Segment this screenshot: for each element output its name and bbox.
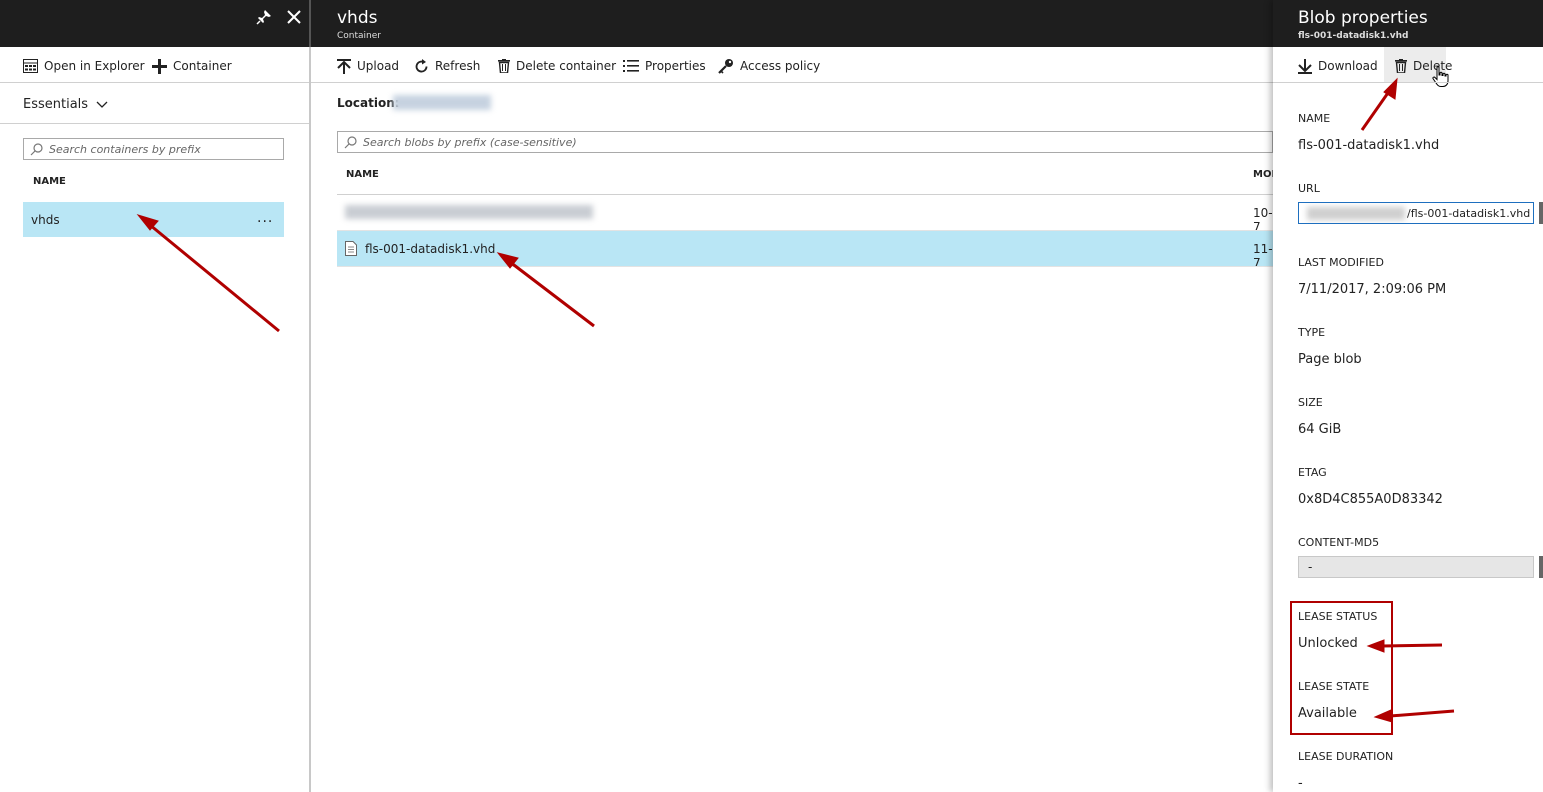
add-container-label: Container — [173, 59, 232, 73]
row-divider — [337, 266, 1273, 267]
blob-search-input[interactable] — [363, 135, 1272, 149]
download-label: Download — [1318, 59, 1378, 73]
copy-md5-button[interactable] — [1539, 556, 1543, 578]
blade-divider — [309, 0, 311, 792]
container-row-vhds[interactable]: vhds ... — [23, 202, 284, 237]
name-value: fls-001-datadisk1.vhd — [1298, 138, 1440, 153]
url-prefix-redacted — [1307, 207, 1405, 220]
explorer-icon — [23, 59, 38, 73]
properties-button[interactable]: Properties — [623, 56, 706, 76]
add-container-button[interactable]: Container — [152, 56, 232, 76]
chevron-down-icon — [96, 101, 108, 108]
lease-highlight-box — [1290, 601, 1393, 735]
type-label: TYPE — [1298, 326, 1326, 339]
blob-name-redacted — [345, 205, 593, 219]
content-md5-value: - — [1308, 560, 1313, 574]
blob-search[interactable] — [337, 131, 1273, 153]
delete-container-button[interactable]: Delete container — [498, 56, 616, 76]
etag-label: ETAG — [1298, 466, 1327, 479]
center-toolbar-divider — [311, 82, 1273, 83]
search-icon — [30, 142, 43, 155]
container-search[interactable] — [23, 138, 284, 160]
size-value: 64 GiB — [1298, 422, 1342, 437]
pin-button[interactable] — [256, 9, 272, 25]
location-value-redacted — [393, 95, 491, 110]
container-name-header: NAME — [33, 176, 66, 187]
key-icon — [718, 59, 733, 74]
delete-container-label: Delete container — [516, 59, 617, 73]
refresh-button[interactable]: Refresh — [414, 56, 480, 76]
url-label: URL — [1298, 182, 1320, 195]
plus-icon — [152, 58, 167, 74]
essentials-label: Essentials — [23, 97, 89, 112]
upload-icon — [337, 58, 351, 74]
access-policy-button[interactable]: Access policy — [718, 56, 820, 76]
essentials-divider — [0, 123, 309, 124]
blob-row-selected[interactable]: fls-001-datadisk1.vhd 11-7 — [337, 231, 1273, 270]
lease-duration-label: LEASE DURATION — [1298, 750, 1394, 763]
last-modified-label: LAST MODIFIED — [1298, 256, 1384, 269]
properties-subtitle: fls-001-datadisk1.vhd — [1298, 31, 1409, 41]
name-label: NAME — [1298, 112, 1331, 125]
essentials-toggle[interactable]: Essentials — [23, 97, 108, 112]
page-subtitle: Container — [337, 31, 381, 41]
download-button[interactable]: Download — [1298, 56, 1378, 76]
open-in-explorer-button[interactable]: Open in Explorer — [23, 56, 145, 76]
container-more-button[interactable]: ... — [257, 210, 273, 226]
copy-url-button[interactable] — [1539, 202, 1543, 224]
search-icon — [344, 135, 357, 148]
lease-duration-value: - — [1298, 776, 1303, 791]
refresh-icon — [415, 58, 428, 72]
pin-icon — [256, 10, 271, 25]
location-label: Location: — [337, 96, 400, 110]
container-name: vhds — [31, 213, 60, 227]
url-field[interactable]: /fls-001-datadisk1.vhd — [1298, 202, 1534, 224]
blob-name-header: NAME — [346, 169, 379, 180]
content-md5-label: CONTENT-MD5 — [1298, 536, 1380, 549]
close-button[interactable] — [286, 9, 302, 25]
properties-label: Properties — [645, 59, 706, 73]
properties-toolbar-divider — [1273, 82, 1543, 83]
blade-divider-top — [309, 0, 311, 47]
container-search-input[interactable] — [49, 142, 283, 156]
size-label: SIZE — [1298, 396, 1323, 409]
properties-title: Blob properties — [1298, 8, 1428, 28]
refresh-label: Refresh — [435, 59, 481, 73]
content-md5-field[interactable]: - — [1298, 556, 1534, 578]
type-value: Page blob — [1298, 352, 1362, 367]
last-modified-value: 7/11/2017, 2:09:06 PM — [1298, 282, 1447, 297]
trash-icon — [498, 59, 510, 73]
download-icon — [1298, 58, 1312, 74]
blob-name: fls-001-datadisk1.vhd — [365, 242, 496, 256]
etag-value: 0x8D4C855A0D83342 — [1298, 492, 1443, 507]
access-policy-label: Access policy — [740, 59, 821, 73]
page-title: vhds — [337, 8, 378, 28]
url-value: /fls-001-datadisk1.vhd — [1407, 207, 1531, 220]
hand-cursor-icon — [1432, 66, 1449, 87]
trash-icon — [1395, 59, 1407, 73]
file-icon — [345, 241, 357, 256]
open-in-explorer-label: Open in Explorer — [44, 59, 145, 73]
close-icon — [287, 10, 301, 24]
list-icon — [623, 60, 639, 72]
blob-row[interactable]: 10-7 — [337, 195, 1273, 234]
toolbar-divider — [0, 82, 309, 83]
upload-label: Upload — [357, 59, 400, 73]
upload-button[interactable]: Upload — [337, 56, 399, 76]
